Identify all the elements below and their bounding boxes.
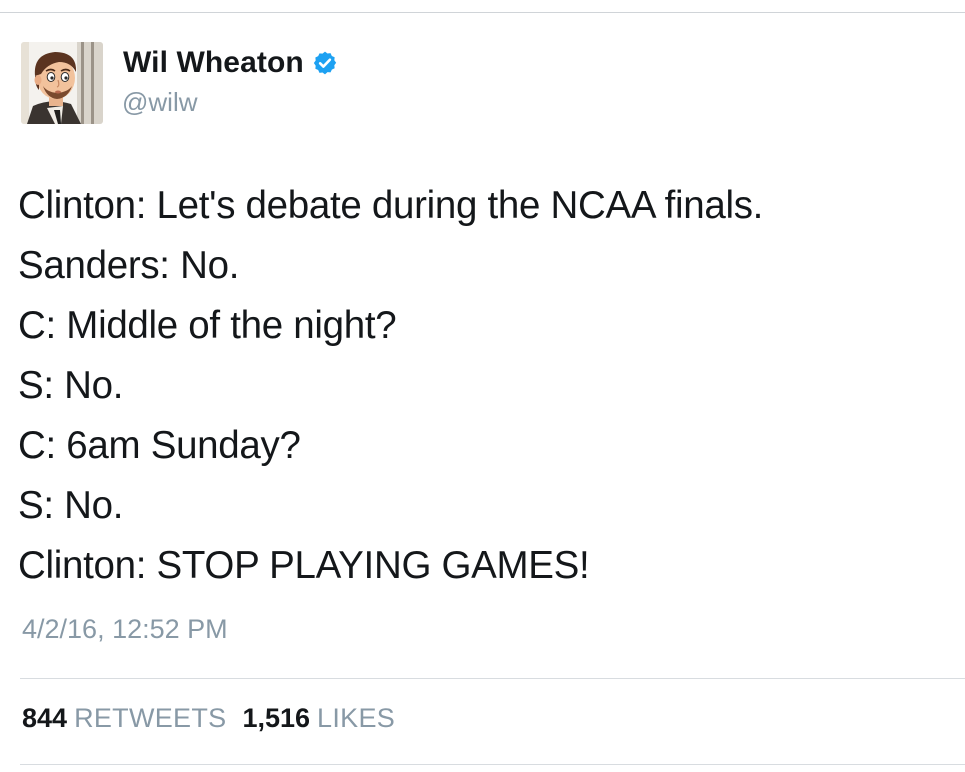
tweet-timestamp[interactable]: 4/2/16, 12:52 PM — [22, 614, 228, 645]
likes-label: LIKES — [317, 703, 396, 733]
top-divider — [0, 12, 965, 13]
author-display-name[interactable]: Wil Wheaton — [123, 46, 304, 80]
tweet-text-line: C: Middle of the night? — [18, 304, 397, 347]
retweets-label: RETWEETS — [74, 703, 227, 733]
tweet-text-line: S: No. — [18, 484, 124, 527]
tweet-text-line: C: 6am Sunday? — [18, 424, 301, 467]
stats-bottom-divider — [20, 764, 965, 765]
verified-badge-icon — [313, 51, 336, 75]
author-avatar[interactable] — [21, 42, 103, 124]
tweet-text: Clinton: Let's debate during the NCAA fi… — [18, 176, 763, 596]
engagement-stats: 844 RETWEETS 1,516 LIKES — [22, 703, 395, 734]
tweet-text-line: Clinton: Let's debate during the NCAA fi… — [18, 184, 764, 227]
retweets-count: 844 — [22, 703, 68, 733]
tweet-text-line: S: No. — [18, 364, 124, 407]
likes-stat[interactable]: 1,516 LIKES — [242, 703, 395, 734]
retweets-stat[interactable]: 844 RETWEETS — [22, 703, 226, 734]
cartoon-portrait-avatar-icon — [21, 42, 103, 124]
tweet-detail-view: Wil Wheaton @wilw Clinton: Let's debate … — [0, 0, 965, 772]
stats-top-divider — [20, 678, 965, 679]
author-name-row: Wil Wheaton — [123, 45, 338, 81]
tweet-text-line: Sanders: No. — [18, 244, 240, 287]
likes-count: 1,516 — [242, 703, 311, 733]
author-handle[interactable]: @wilw — [122, 87, 198, 118]
tweet-text-line: Clinton: STOP PLAYING GAMES! — [18, 544, 590, 587]
